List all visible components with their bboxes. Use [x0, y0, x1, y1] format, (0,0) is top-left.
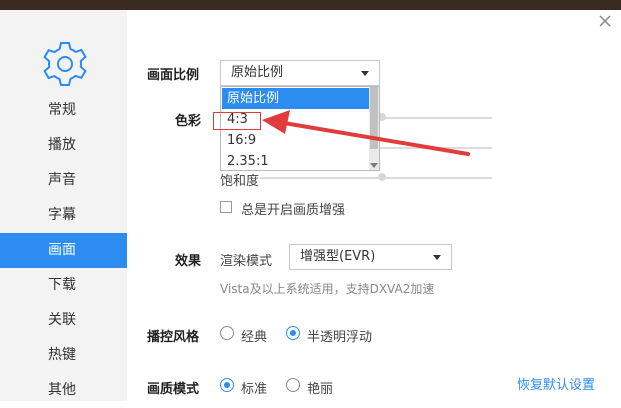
chevron-down-icon [433, 255, 441, 260]
ratio-option-2-35-1[interactable]: 2.35:1 [222, 151, 370, 170]
ratio-option-16-9[interactable]: 16:9 [222, 130, 370, 151]
ratio-option-original[interactable]: 原始比例 [222, 88, 370, 109]
sidebar-item-general[interactable]: 常规 [0, 93, 127, 128]
always-enhance-checkbox[interactable] [220, 201, 232, 213]
quality-mode-vivid-label: 艳丽 [307, 382, 334, 397]
sidebar-item-sound[interactable]: 声音 [0, 163, 127, 198]
contrast-slider-track[interactable] [380, 147, 492, 149]
dropdown-scrollbar[interactable] [369, 87, 379, 170]
scroll-down-icon[interactable] [370, 163, 378, 168]
control-style-floating-label: 半透明浮动 [307, 330, 373, 345]
control-style-classic-radio[interactable] [220, 326, 234, 340]
restore-defaults-link[interactable]: 恢复默认设置 [517, 374, 595, 393]
control-style-label: 播控风格 [147, 330, 200, 345]
always-enhance-label: 总是开启画质增强 [241, 203, 346, 218]
saturation-slider-knob[interactable] [378, 173, 386, 181]
sidebar-item-picture[interactable]: 画面 [0, 233, 127, 268]
control-style-floating-radio[interactable] [286, 326, 300, 340]
picture-ratio-label: 画面比例 [147, 68, 200, 83]
sidebar: 常规 播放 声音 字幕 画面 下载 关联 热键 其他 [0, 10, 127, 401]
render-mode-value: 增强型(EVR) [300, 249, 376, 264]
annotation-highlight-box [213, 112, 261, 130]
color-label: 色彩 [175, 114, 202, 129]
saturation-slider-track[interactable] [260, 177, 492, 179]
control-style-classic-label: 经典 [241, 330, 268, 345]
render-mode-select[interactable]: 增强型(EVR) [289, 244, 452, 270]
sidebar-item-association[interactable]: 关联 [0, 303, 127, 338]
close-icon[interactable] [598, 14, 612, 28]
sidebar-item-other[interactable]: 其他 [0, 373, 127, 408]
quality-mode-standard-label: 标准 [241, 382, 268, 397]
sidebar-item-subtitle[interactable]: 字幕 [0, 198, 127, 233]
sidebar-item-download[interactable]: 下载 [0, 268, 127, 303]
chevron-down-icon [361, 71, 369, 76]
render-mode-note: Vista及以上系统适用，支持DXVA2加速 [220, 282, 435, 296]
quality-mode-label: 画质模式 [147, 382, 200, 397]
gear-icon [43, 42, 87, 86]
render-mode-label: 渲染模式 [220, 254, 273, 269]
saturation-label: 饱和度 [220, 174, 260, 189]
brightness-slider-track[interactable] [380, 117, 492, 119]
sidebar-item-hotkeys[interactable]: 热键 [0, 338, 127, 373]
picture-ratio-select[interactable]: 原始比例 [220, 60, 380, 86]
background-strip [0, 0, 621, 10]
picture-ratio-value: 原始比例 [231, 65, 284, 80]
dropdown-scrollbar-thumb[interactable] [370, 87, 378, 149]
quality-mode-vivid-radio[interactable] [286, 378, 300, 392]
effect-label: 效果 [175, 254, 202, 269]
quality-mode-standard-radio[interactable] [220, 378, 234, 392]
sidebar-item-playback[interactable]: 播放 [0, 128, 127, 163]
